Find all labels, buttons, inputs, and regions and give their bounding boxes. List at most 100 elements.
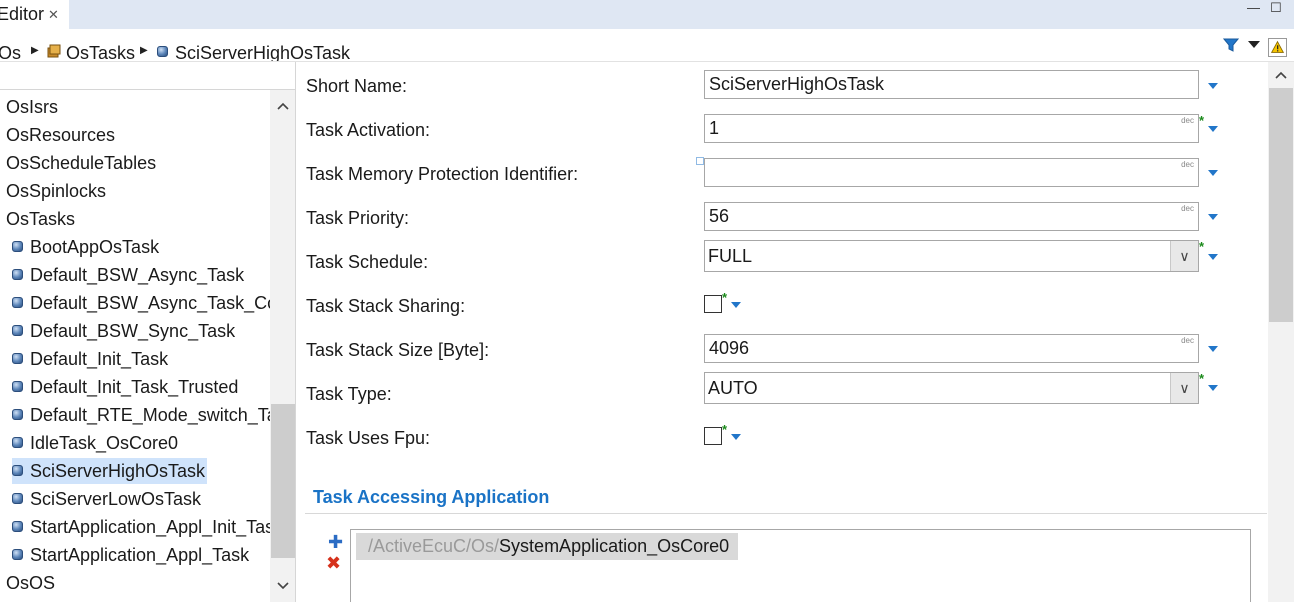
tree-item[interactable]: BootAppOsTask [12,234,159,260]
tree-node[interactable]: OsScheduleTables [6,150,156,176]
scroll-up-icon[interactable] [277,102,289,110]
breadcrumb-separator-icon: ▶ [31,45,39,56]
tree-item[interactable]: SciServerLowOsTask [12,486,201,512]
task-icon [157,46,168,57]
short-name-dropdown-icon[interactable] [1208,83,1218,89]
tree-item[interactable]: Default_RTE_Mode_switch_Task [12,402,295,428]
reference-list[interactable]: /ActiveEcuC/Os/SystemApplication_OsCore0 [350,529,1251,602]
task-stack-sharing-dropdown-icon[interactable] [731,302,741,308]
add-icon[interactable]: ✚ [328,533,343,551]
task-type-label: Task Type: [306,384,392,404]
unit-label: dec [1181,116,1194,125]
short-name-input[interactable]: SciServerHighOsTask [704,70,1199,99]
tree-node[interactable]: OsTasks [6,206,75,232]
reference-name: SystemApplication_OsCore0 [499,536,730,556]
required-marker: * [1199,239,1205,254]
required-marker: * [1199,113,1205,128]
task-uses-fpu-checkbox[interactable] [704,427,722,445]
task-schedule-select[interactable]: FULL ∨ [704,240,1199,272]
section-divider [305,513,1267,514]
tree-item[interactable]: SciServerHighOsTask [12,458,208,484]
tree-item-label: Default_BSW_Sync_Task [30,321,236,341]
task-icon [12,521,23,532]
short-name-label: Short Name: [306,76,408,96]
task-priority-value: 56 [709,206,730,226]
section-title[interactable]: Task Accessing Application [313,487,549,508]
tree-node[interactable]: OsResources [6,122,115,148]
breadcrumb-item-ostasks[interactable]: OsTasks [66,43,135,61]
task-icon [12,465,23,476]
tree-item[interactable]: Default_BSW_Async_Task [12,262,244,288]
tree-item[interactable]: StartApplication_Appl_Task [12,542,249,568]
task-uses-fpu-label: Task Uses Fpu: [306,428,431,448]
task-stack-sharing-checkbox[interactable] [704,295,722,313]
task-activation-dropdown-icon[interactable] [1208,126,1218,132]
tree-item-label: OsSpinlocks [6,181,107,201]
task-type-dropdown-icon[interactable] [1208,385,1218,391]
filter-icon[interactable] [1223,38,1239,52]
breadcrumb: Os ▶ OsTasks ▶ SciServerHighOsTask [0,29,1294,62]
reference-list-item[interactable]: /ActiveEcuC/Os/SystemApplication_OsCore0 [356,533,738,560]
container-icon [47,44,61,58]
tree-item-label: Default_RTE_Mode_switch_Task [30,405,295,425]
form-scrollbar-thumb[interactable] [1269,88,1293,322]
maximize-icon[interactable]: ☐ [1270,0,1282,16]
tree-item[interactable]: Default_BSW_Sync_Task [12,318,235,344]
tree-item[interactable]: Default_Init_Task [12,346,168,372]
tab-editor[interactable]: Editor ✕ [0,0,69,29]
task-schedule-dropdown-icon[interactable] [1208,254,1218,260]
required-marker: * [722,290,728,305]
task-activation-input[interactable]: 1 dec [704,114,1199,143]
tree-item[interactable]: Default_BSW_Async_Task_Core [12,290,293,316]
task-icon [12,437,23,448]
unit-label: dec [1181,204,1194,213]
breadcrumb-item-os[interactable]: Os [0,43,21,61]
tree-node[interactable]: OsOS [6,570,55,596]
task-icon [12,493,23,504]
scroll-up-icon[interactable] [1275,71,1287,79]
unit-label: dec [1181,336,1194,345]
tree-item-label: SciServerHighOsTask [30,461,206,481]
task-priority-dropdown-icon[interactable] [1208,214,1218,220]
tree-item-label: IdleTask_OsCore0 [30,433,179,453]
task-icon [12,549,23,560]
tree-item-label: OsIsrs [6,97,58,117]
tree-filter-input[interactable] [0,62,295,90]
task-stack-size-dropdown-icon[interactable] [1208,346,1218,352]
task-mem-prot-dropdown-icon[interactable] [1208,170,1218,176]
view-menu-icon[interactable] [1248,41,1260,49]
tree-item-label: SciServerLowOsTask [30,489,202,509]
tree-item-label: OsTasks [6,209,76,229]
remove-icon[interactable]: ✖ [326,554,341,572]
task-schedule-label: Task Schedule: [306,252,429,272]
task-mem-prot-input[interactable]: dec [704,158,1199,187]
task-type-select[interactable]: AUTO ∨ [704,372,1199,404]
info-marker-icon [696,157,704,165]
task-stack-size-label: Task Stack Size [Byte]: [306,340,490,360]
scroll-down-icon[interactable] [277,582,289,590]
task-uses-fpu-dropdown-icon[interactable] [731,434,741,440]
task-icon [12,297,23,308]
tree-item[interactable]: StartApplication_Appl_Init_Task [12,514,283,540]
tree-item-label: Default_Init_Task_Trusted [30,377,239,397]
tree-item[interactable]: IdleTask_OsCore0 [12,430,178,456]
tree-node[interactable]: OsIsrs [6,94,58,120]
chevron-down-icon[interactable]: ∨ [1170,241,1198,271]
outline-tree: OsIsrs OsResources OsScheduleTables OsSpinl… [0,62,296,602]
required-marker: * [722,422,728,437]
tree-node[interactable]: OsSpinlocks [6,178,106,204]
tree-scrollbar-thumb[interactable] [271,404,295,558]
breadcrumb-separator-icon: ▶ [140,45,148,56]
close-icon[interactable]: ✕ [48,0,59,29]
task-priority-input[interactable]: 56 dec [704,202,1199,231]
required-marker: * [1199,371,1205,386]
warning-icon[interactable] [1268,38,1287,57]
chevron-down-icon[interactable]: ∨ [1170,373,1198,403]
task-stack-size-input[interactable]: 4096 dec [704,334,1199,363]
tree-item-label: OsScheduleTables [6,153,157,173]
tree-item[interactable]: Default_Init_Task_Trusted [12,374,238,400]
breadcrumb-item-current[interactable]: SciServerHighOsTask [175,43,350,61]
tab-editor-label: Editor [0,4,45,24]
task-mem-prot-label: Task Memory Protection Identifier: [306,164,579,184]
minimize-icon[interactable]: — [1247,0,1260,15]
